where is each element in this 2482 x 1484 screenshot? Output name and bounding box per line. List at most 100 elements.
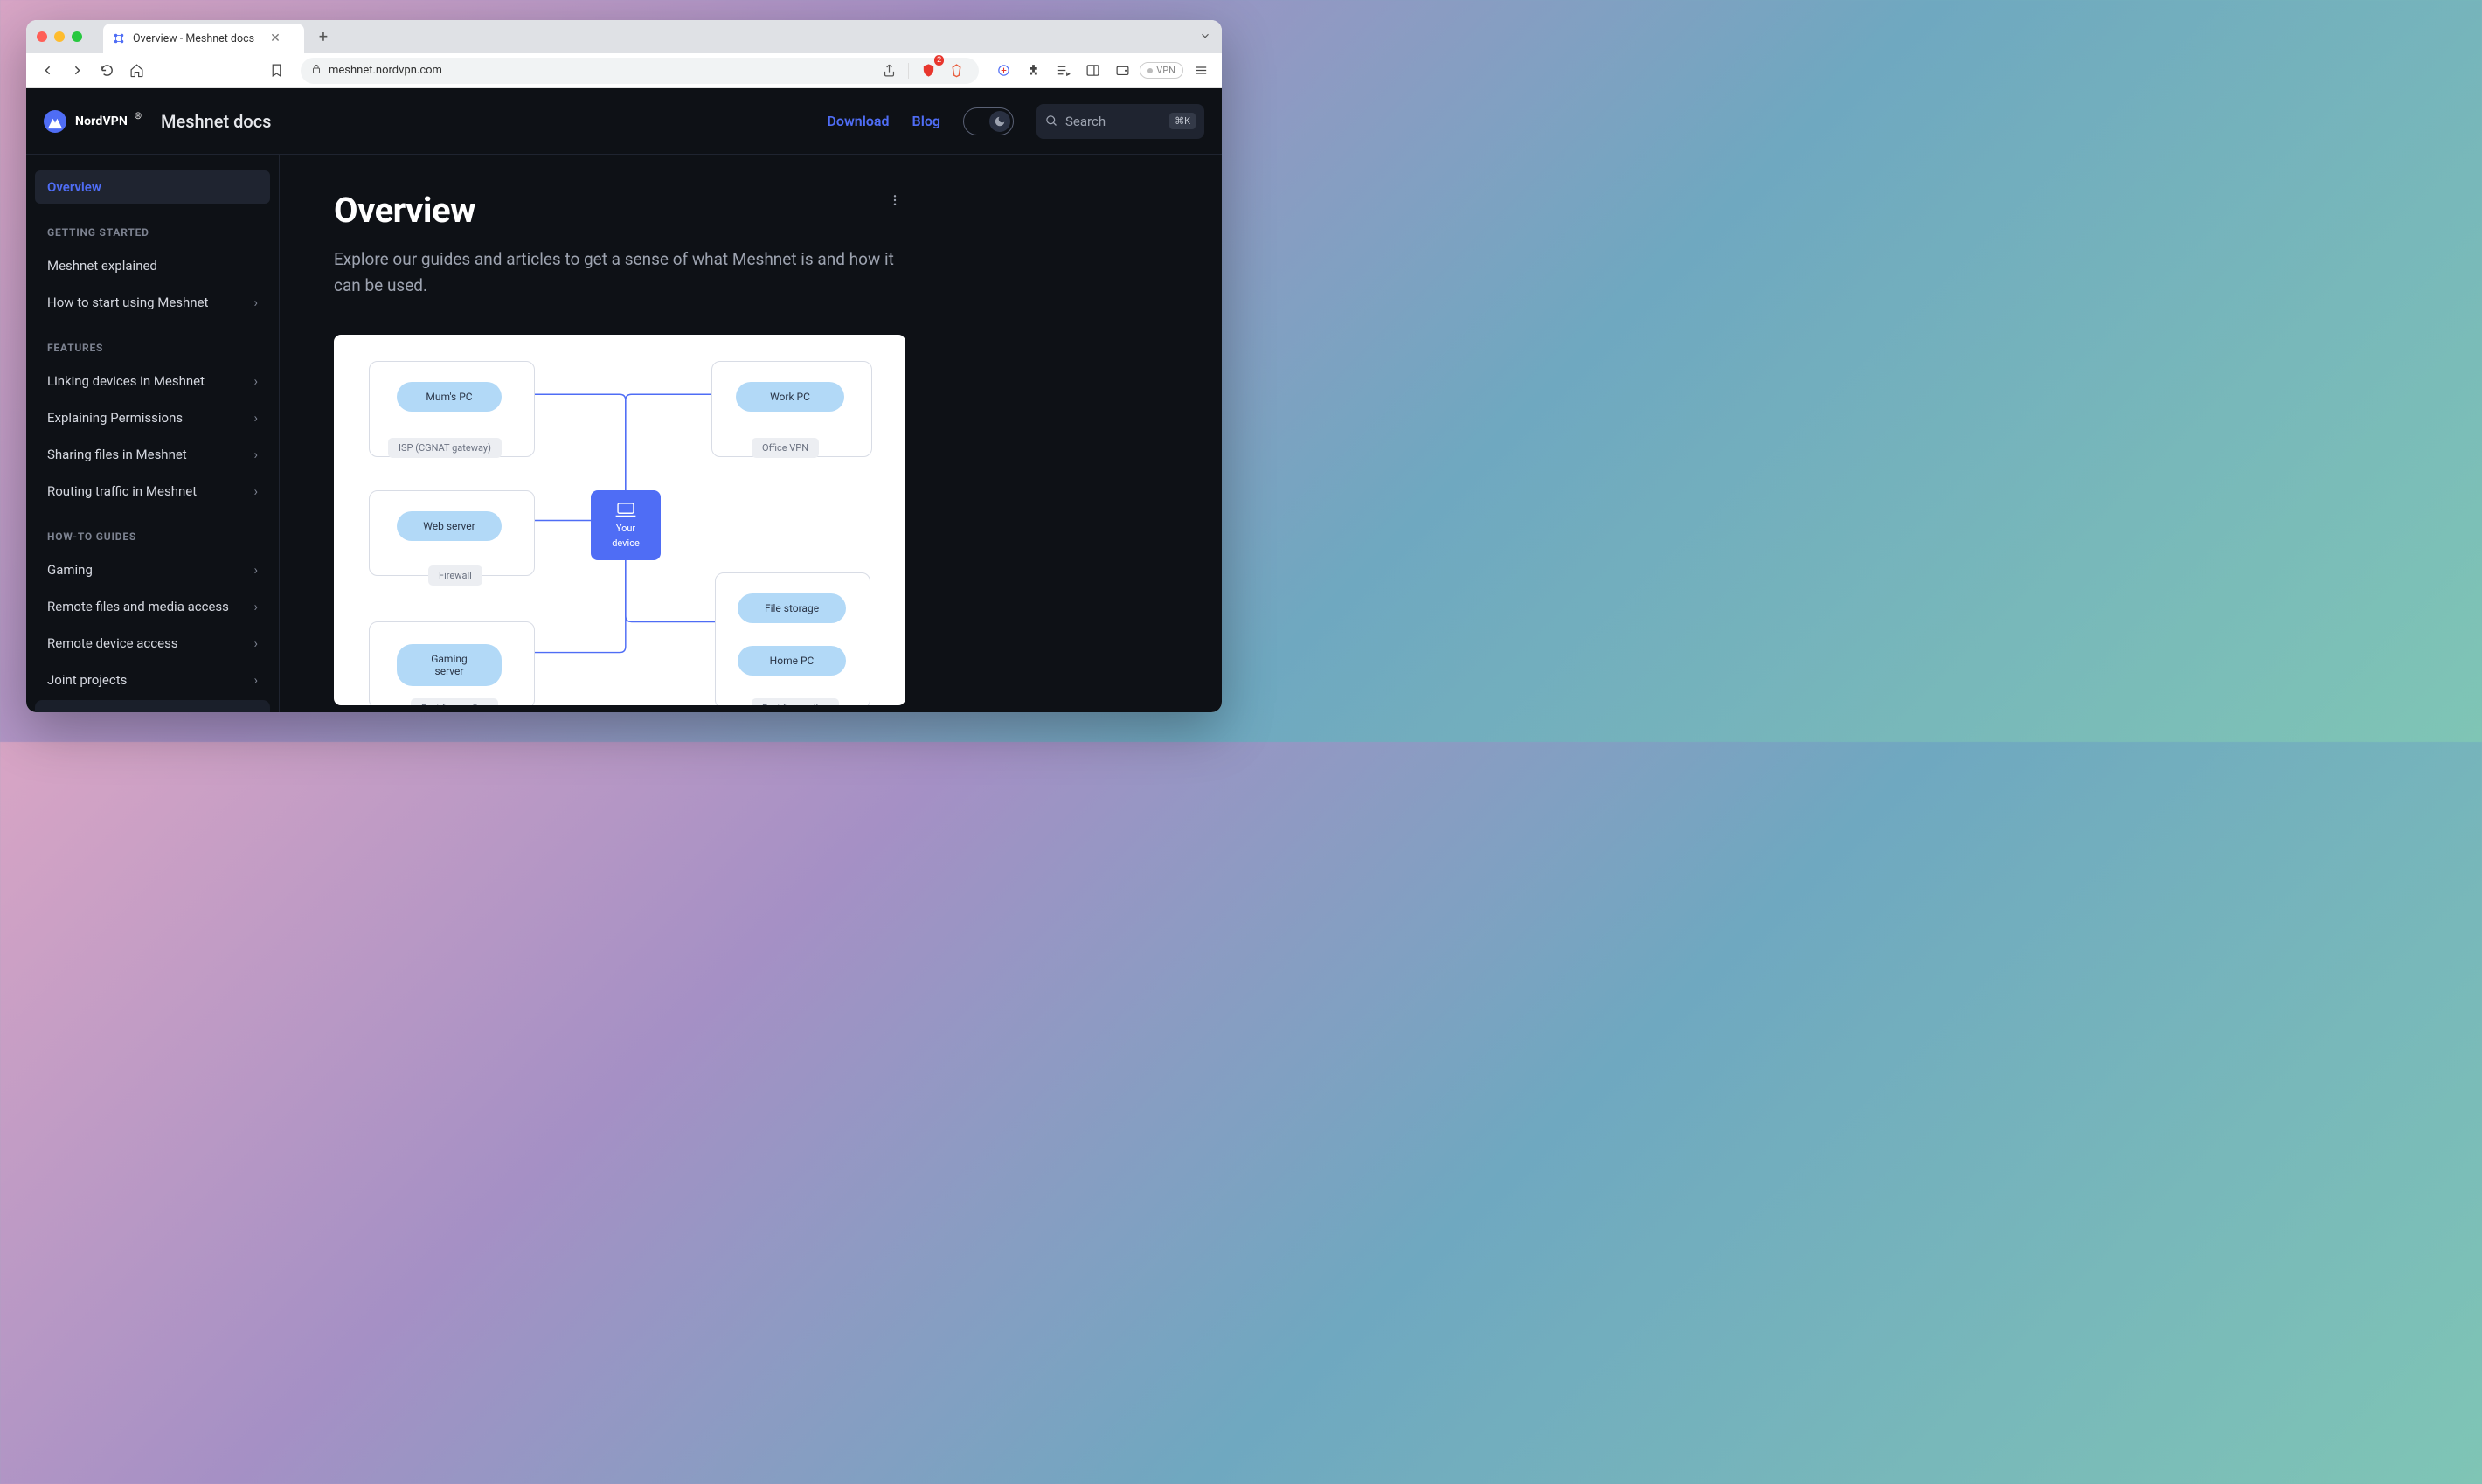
sidebar-item-sharing-files[interactable]: Sharing files in Meshnet › <box>35 438 270 471</box>
search-icon <box>1045 114 1058 128</box>
sidebar-item-how-to-start[interactable]: How to start using Meshnet › <box>35 286 270 319</box>
vpn-status-dot <box>1147 68 1153 73</box>
window-maximize-button[interactable] <box>72 31 82 42</box>
share-button[interactable] <box>877 59 901 83</box>
address-bar[interactable]: meshnet.nordvpn.com 2 <box>301 58 979 84</box>
chevron-right-icon: › <box>253 599 258 614</box>
diagram-pill-gaming-server: Gaming server <box>397 644 502 686</box>
sidebar-item-label: Joint projects <box>47 672 127 688</box>
sidebar-item-linking-devices[interactable]: Linking devices in Meshnet › <box>35 364 270 398</box>
tab-dropdown-icon[interactable] <box>1199 29 1211 45</box>
download-link[interactable]: Download <box>827 113 889 129</box>
home-button[interactable] <box>124 59 149 83</box>
sidebar-item-label: Remote device access <box>47 635 178 651</box>
nordvpn-logo-icon <box>44 110 66 133</box>
sidebar-item-label: Overview <box>47 179 101 195</box>
diagram-tag-firewall: Firewall <box>428 565 482 586</box>
vpn-label: VPN <box>1156 65 1175 76</box>
traffic-lights <box>37 31 82 42</box>
rewards-icon[interactable] <box>991 59 1016 83</box>
shield-button[interactable]: 2 <box>916 59 940 83</box>
browser-toolbar: meshnet.nordvpn.com 2 VPN <box>26 53 1222 88</box>
sidebar-item-label: Routing traffic in Meshnet <box>47 483 197 499</box>
sidebar-item-label: Sharing files in Meshnet <box>47 447 187 462</box>
theme-toggle-knob <box>989 111 1010 132</box>
laptop-icon <box>614 502 637 519</box>
diagram-center-device: Your device <box>591 490 661 560</box>
sidebar-toggle-icon[interactable] <box>1080 59 1105 83</box>
diagram-tag-isp: ISP (CGNAT gateway) <box>388 438 502 458</box>
sidebar-item-joint-projects[interactable]: Joint projects › <box>35 663 270 697</box>
sidebar-item-label: Meshnet explained <box>47 258 157 274</box>
diagram-pill-work-pc: Work PC <box>736 382 844 412</box>
diagram-tag-port-forwarding-right: Port forwarding <box>752 698 839 705</box>
diagram-tag-port-forwarding-left: Port forwarding <box>411 698 498 705</box>
chevron-right-icon: › <box>253 410 258 426</box>
browser-tab[interactable]: Overview - Meshnet docs ✕ <box>103 24 304 53</box>
extensions-icon[interactable] <box>1021 59 1045 83</box>
sidebar-item-label: Remote files and media access <box>47 599 229 614</box>
sidebar-item-meshnet-explained[interactable]: Meshnet explained <box>35 249 270 282</box>
forward-button[interactable] <box>65 59 89 83</box>
wallet-icon[interactable] <box>1110 59 1134 83</box>
chevron-right-icon: › <box>253 483 258 499</box>
sidebar-item-label: Gaming <box>47 562 93 578</box>
lock-icon <box>311 64 322 78</box>
chevron-right-icon: › <box>253 672 258 688</box>
app-root: NordVPN® Meshnet docs Download Blog Sear… <box>26 88 1222 712</box>
sidebar-item-remote-device[interactable]: Remote device access › <box>35 627 270 660</box>
chevron-right-icon: › <box>253 373 258 389</box>
dots-vertical-icon <box>888 193 902 207</box>
sidebar-item-explaining-permissions[interactable]: Explaining Permissions › <box>35 401 270 434</box>
search-box[interactable]: Search ⌘K <box>1036 104 1204 139</box>
browser-tab-bar: Overview - Meshnet docs ✕ + <box>26 20 1222 53</box>
main-content: Overview Explore our guides and articles… <box>280 155 1222 712</box>
sidebar-section-getting-started: GETTING STARTED <box>35 207 270 246</box>
reload-button[interactable] <box>94 59 119 83</box>
search-placeholder: Search <box>1065 114 1106 129</box>
diagram-tag-office-vpn: Office VPN <box>752 438 819 458</box>
powered-by-gitbook[interactable]: Powered By GitBook <box>35 700 270 712</box>
tab-close-icon[interactable]: ✕ <box>270 31 281 45</box>
url-text: meshnet.nordvpn.com <box>329 64 442 77</box>
page-actions-menu[interactable] <box>884 190 905 214</box>
bookmark-button[interactable] <box>264 59 288 83</box>
window-close-button[interactable] <box>37 31 47 42</box>
logo-area[interactable]: NordVPN® Meshnet docs <box>44 110 271 133</box>
sidebar: Overview GETTING STARTED Meshnet explain… <box>26 155 280 712</box>
sidebar-item-overview[interactable]: Overview <box>35 170 270 204</box>
chevron-right-icon: › <box>253 635 258 651</box>
chevron-right-icon: › <box>253 447 258 462</box>
meshnet-diagram: Mum's PC ISP (CGNAT gateway) Work PC Off… <box>334 335 905 705</box>
diagram-pill-file-storage: File storage <box>738 593 846 623</box>
tab-favicon-icon <box>112 31 126 45</box>
sidebar-item-remote-files[interactable]: Remote files and media access › <box>35 590 270 623</box>
site-title: Meshnet docs <box>161 111 271 132</box>
chevron-right-icon: › <box>253 295 258 310</box>
sidebar-item-gaming[interactable]: Gaming › <box>35 553 270 586</box>
chevron-right-icon: › <box>253 562 258 578</box>
vpn-indicator[interactable]: VPN <box>1140 62 1183 79</box>
search-shortcut: ⌘K <box>1169 113 1196 129</box>
playlist-icon[interactable] <box>1050 59 1075 83</box>
back-button[interactable] <box>35 59 59 83</box>
new-tab-button[interactable]: + <box>311 24 336 49</box>
diagram-center-label-2: device <box>612 537 640 549</box>
moon-icon <box>994 115 1006 128</box>
theme-toggle[interactable] <box>963 107 1014 135</box>
sidebar-item-label: How to start using Meshnet <box>47 295 208 310</box>
app-header: NordVPN® Meshnet docs Download Blog Sear… <box>26 88 1222 155</box>
diagram-pill-web-server: Web server <box>397 511 502 541</box>
window-minimize-button[interactable] <box>54 31 65 42</box>
brand-text: NordVPN <box>75 114 128 128</box>
sidebar-section-howto: HOW-TO GUIDES <box>35 511 270 550</box>
brave-icon[interactable] <box>944 59 968 83</box>
tab-title: Overview - Meshnet docs <box>133 32 254 45</box>
sidebar-item-label: Linking devices in Meshnet <box>47 373 205 389</box>
browser-menu-icon[interactable] <box>1189 59 1213 83</box>
sidebar-item-label: Explaining Permissions <box>47 410 183 426</box>
blog-link[interactable]: Blog <box>912 113 940 129</box>
diagram-center-label-1: Your <box>616 523 635 534</box>
sidebar-item-routing-traffic[interactable]: Routing traffic in Meshnet › <box>35 475 270 508</box>
diagram-pill-home-pc: Home PC <box>738 646 846 676</box>
